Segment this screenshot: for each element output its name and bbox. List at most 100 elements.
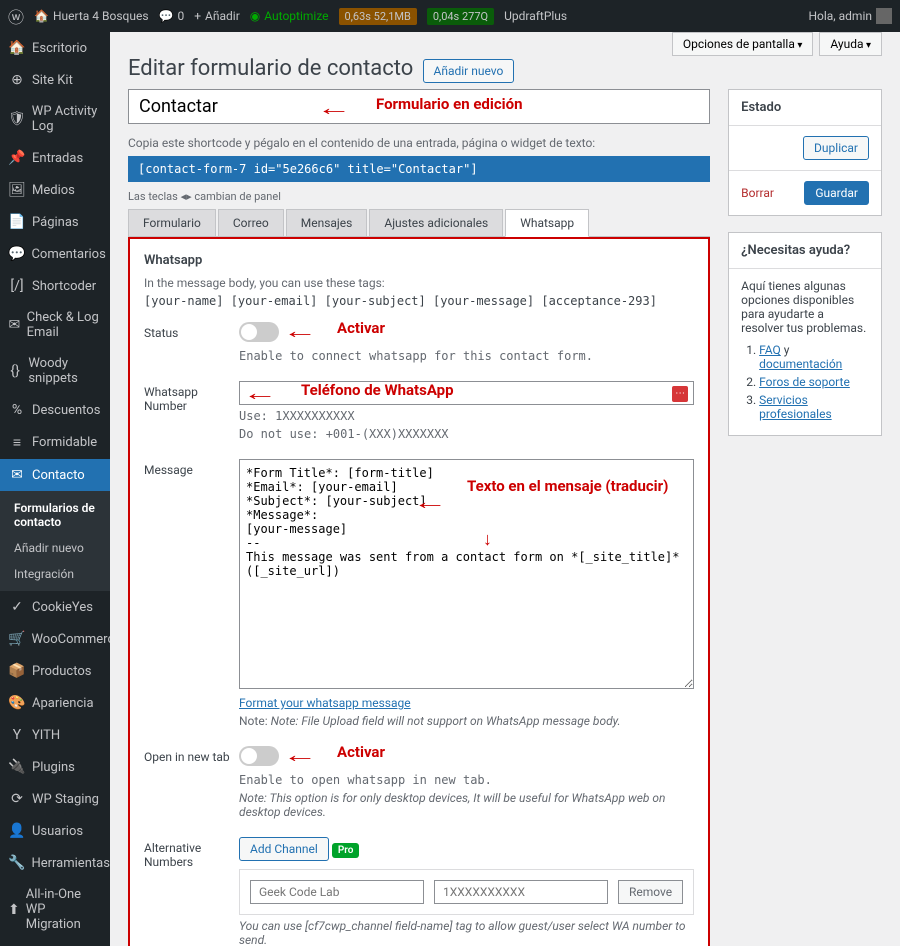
whatsapp-panel: Whatsapp In the message body, you can us… — [128, 237, 710, 946]
pro-badge: Pro — [332, 843, 360, 858]
help-button[interactable]: Ayuda — [819, 32, 882, 56]
state-box: Estado Duplicar Borrar Guardar — [728, 89, 882, 216]
page-title: Editar formulario de contacto — [128, 56, 413, 81]
user-greeting[interactable]: Hola, admin — [808, 8, 892, 24]
sidebar-subitem[interactable]: Añadir nuevo — [0, 535, 110, 561]
main-content: Opciones de pantalla Ayuda Editar formul… — [110, 32, 900, 946]
add-channel-button[interactable]: Add Channel — [239, 837, 329, 861]
menu-icon: ⊕ — [8, 72, 26, 88]
newtab-toggle[interactable] — [239, 746, 279, 766]
menu-label: Entradas — [32, 151, 83, 166]
wp-logo-icon[interactable]: ⓦ — [8, 4, 24, 28]
site-link[interactable]: 🏠 Huerta 4 Bosques — [34, 9, 149, 23]
comments-link[interactable]: 💬 0 — [159, 9, 185, 23]
message-label: Message — [144, 459, 239, 728]
tab-correo[interactable]: Correo — [218, 209, 284, 236]
menu-label: Formidable — [32, 435, 97, 450]
menu-label: WP Activity Log — [32, 104, 102, 134]
delete-link[interactable]: Borrar — [741, 186, 774, 200]
help-text: Aquí tienes algunas opciones disponibles… — [741, 279, 869, 335]
format-link[interactable]: Format your whatsapp message — [239, 696, 411, 710]
sidebar-item[interactable]: 💬Comentarios — [0, 238, 110, 270]
arrow-icon: ↓ — [483, 529, 492, 550]
shortcode-bar[interactable]: [contact-form-7 id="5e266c6" title="Cont… — [128, 156, 710, 182]
save-side-button[interactable]: Guardar — [804, 181, 869, 205]
menu-label: WP Staging — [32, 792, 99, 807]
sidebar-item[interactable]: 🏠Escritorio — [0, 32, 110, 64]
menu-label: Site Kit — [32, 73, 73, 88]
tabs: FormularioCorreoMensajesAjustes adiciona… — [128, 209, 710, 237]
status-desc: Enable to connect whatsapp for this cont… — [239, 349, 694, 363]
tab-mensajes[interactable]: Mensajes — [286, 209, 368, 236]
remove-channel-button[interactable]: Remove — [618, 880, 683, 904]
panel-heading: Whatsapp — [144, 253, 694, 268]
channel-number-input[interactable] — [434, 880, 608, 904]
newtab-desc: Enable to open whatsapp in new tab. — [239, 773, 694, 787]
tab-whatsapp[interactable]: Whatsapp — [505, 209, 589, 237]
add-new-button[interactable]: Añadir nuevo — [423, 59, 515, 83]
add-new-link[interactable]: + Añadir — [194, 9, 240, 23]
menu-label: Descuentos — [32, 403, 100, 418]
autoptimize-link[interactable]: ◉ Autoptimize — [250, 9, 329, 23]
sidebar-item[interactable]: ≡Formidable — [0, 426, 110, 459]
menu-label: Apariencia — [32, 696, 94, 711]
sidebar-item[interactable]: 🛡WP Activity Log — [0, 96, 110, 142]
sidebar-item[interactable]: ⟳WP Staging — [0, 783, 110, 815]
sidebar-item[interactable]: ⬆All-in-One WP Migration — [0, 879, 110, 940]
menu-label: YITH — [32, 728, 60, 743]
sidebar-item[interactable]: ⚙Ajustes — [0, 940, 110, 946]
channel-name-input[interactable] — [250, 880, 424, 904]
updraft-link[interactable]: UpdraftPlus — [504, 9, 567, 23]
help-link[interactable]: Foros de soporte — [759, 375, 850, 389]
admin-toolbar: ⓦ 🏠 Huerta 4 Bosques 💬 0 + Añadir ◉ Auto… — [0, 0, 900, 32]
sidebar-item[interactable]: 🛒WooCommerce — [0, 623, 110, 655]
menu-label: Plugins — [32, 760, 75, 775]
sidebar-item[interactable]: ✉Check & Log Email — [0, 302, 110, 348]
sidebar-item[interactable]: 📄Páginas — [0, 206, 110, 238]
sidebar-item[interactable]: 👤Usuarios — [0, 815, 110, 847]
menu-icon: Y — [8, 727, 26, 743]
menu-icon: ✉ — [8, 467, 26, 483]
sidebar-item[interactable]: {}Woody snippets — [0, 348, 110, 394]
sidebar-item[interactable]: 📦Productos — [0, 655, 110, 687]
form-title-input[interactable] — [128, 89, 710, 124]
message-textarea[interactable] — [239, 459, 694, 689]
number-label: Whatsapp Number — [144, 381, 239, 441]
sidebar-item[interactable]: ✓CookieYes — [0, 591, 110, 623]
tab-formulario[interactable]: Formulario — [128, 209, 216, 236]
menu-label: Herramientas — [31, 856, 109, 871]
screen-options-button[interactable]: Opciones de pantalla — [672, 32, 814, 56]
help-heading: ¿Necesitas ayuda? — [729, 233, 881, 269]
message-note: Note: Note: File Upload field will not s… — [239, 714, 694, 728]
sidebar-item[interactable]: Y YITH — [0, 719, 110, 751]
help-link[interactable]: FAQ — [759, 343, 781, 357]
state-heading: Estado — [729, 90, 881, 126]
sidebar-item[interactable]: ⊕ Site Kit — [0, 64, 110, 96]
sidebar-item[interactable]: [/]Shortcoder — [0, 270, 110, 302]
sidebar-item[interactable]: 🎨Apariencia — [0, 687, 110, 719]
menu-label: All-in-One WP Migration — [26, 887, 102, 932]
duplicate-button[interactable]: Duplicar — [803, 136, 869, 160]
available-tags: [your-name] [your-email] [your-subject] … — [144, 294, 694, 308]
menu-icon: % — [8, 402, 26, 418]
sidebar-item[interactable]: 🖼Medios — [0, 174, 110, 206]
info-icon[interactable]: ⋯ — [672, 386, 688, 402]
annotation: Activar — [337, 319, 385, 337]
sidebar-item[interactable]: 📌 Entradas — [0, 142, 110, 174]
sidebar-subitem[interactable]: Formularios de contacto — [0, 495, 110, 535]
menu-icon: ✓ — [8, 599, 26, 615]
sidebar-item[interactable]: 🔌Plugins — [0, 751, 110, 783]
key-hint: Las teclas ◂▸ cambian de panel — [128, 190, 710, 203]
help-link[interactable]: Servicios profesionales — [759, 393, 832, 421]
status-toggle[interactable] — [239, 322, 279, 342]
help-link[interactable]: documentación — [759, 357, 842, 371]
help-list-item: FAQ y documentación — [759, 343, 869, 371]
sidebar-item[interactable]: 🔧Herramientas — [0, 847, 110, 879]
menu-icon: ✉ — [8, 317, 21, 333]
sidebar-item[interactable]: ✉Contacto — [0, 459, 110, 491]
tab-ajustes adicionales[interactable]: Ajustes adicionales — [369, 209, 503, 236]
sidebar-item[interactable]: % Descuentos — [0, 394, 110, 426]
menu-icon: 📌 — [8, 150, 26, 166]
sidebar-subitem[interactable]: Integración — [0, 561, 110, 587]
whatsapp-number-input[interactable] — [239, 381, 694, 405]
